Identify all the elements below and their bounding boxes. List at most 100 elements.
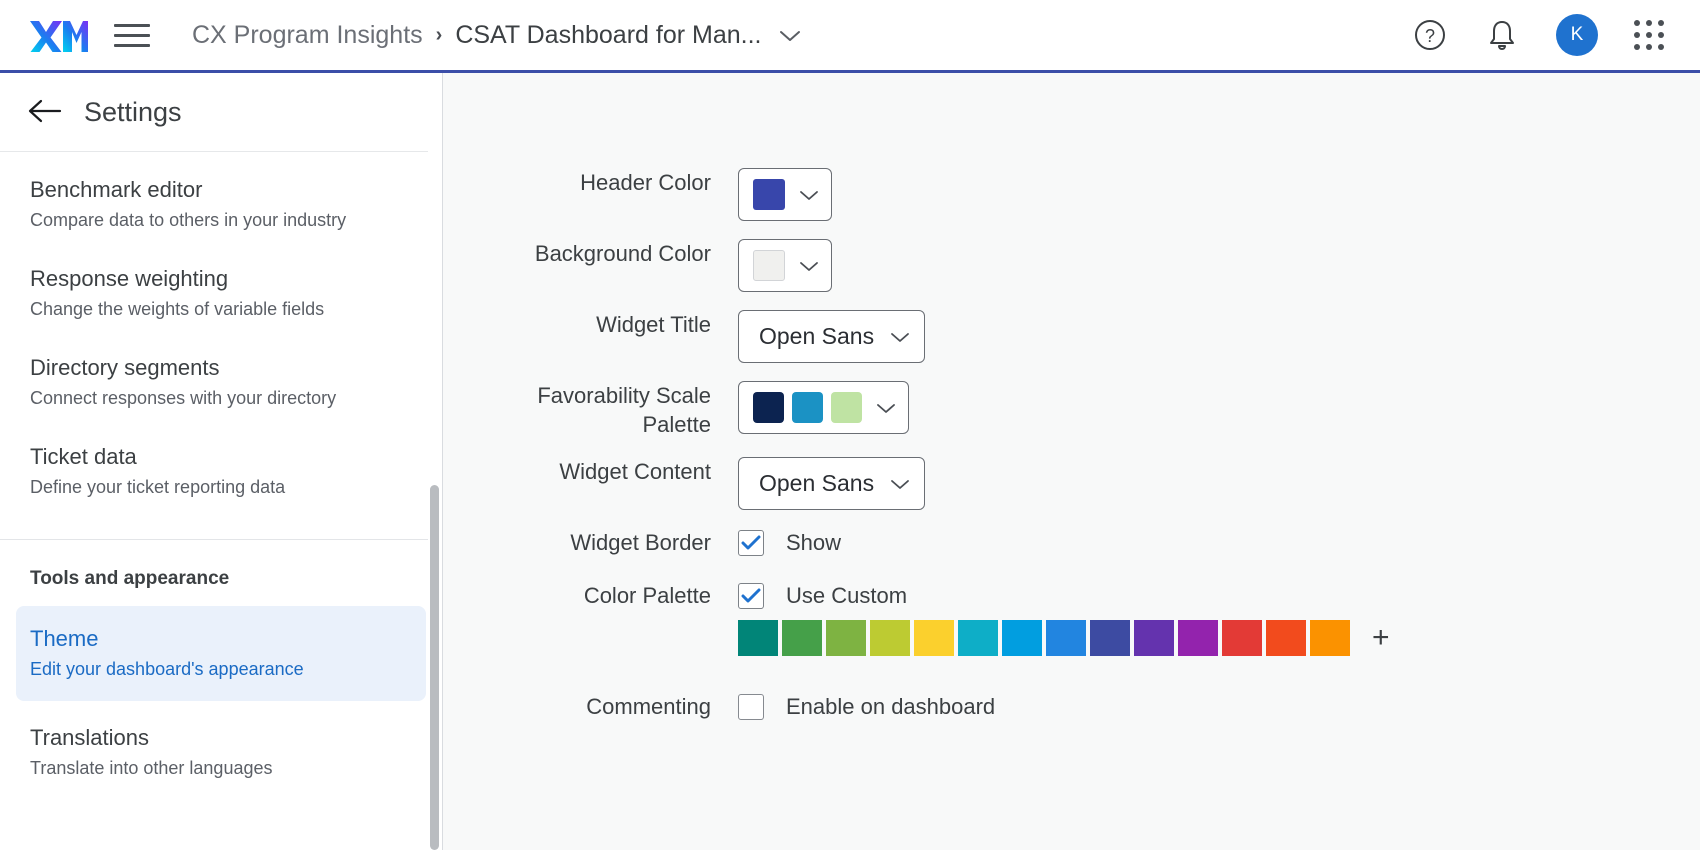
hamburger-line: [114, 33, 150, 37]
breadcrumb: CX Program Insights › CSAT Dashboard for…: [192, 21, 801, 50]
hamburger-line: [114, 43, 150, 47]
favorability-scale-palette-control: [738, 381, 909, 434]
sidebar-item-title: Directory segments: [30, 354, 220, 380]
hamburger-menu-icon[interactable]: [114, 20, 150, 50]
widget-border-control: Show: [738, 529, 842, 556]
background-color-label: Background Color: [534, 241, 711, 266]
form-row-commenting: Commenting Enable on dashboard: [443, 692, 1700, 721]
widget-content-font-select[interactable]: Open Sans: [738, 457, 926, 511]
theme-settings-panel: Header Color Background Color Widget Tit…: [443, 73, 1700, 850]
form-row-header-color: Header Color: [443, 168, 1700, 221]
widget-border-checkbox-label: Show: [786, 529, 842, 555]
page-body: Settings Benchmark editor Compare data t…: [0, 73, 1700, 850]
breadcrumb-root-link[interactable]: CX Program Insights: [192, 21, 423, 50]
commenting-label: Commenting: [586, 694, 711, 720]
sidebar-item-response-weighting[interactable]: Response weighting Change the weights of…: [0, 250, 442, 339]
sidebar-item-title: Translations: [30, 724, 150, 750]
sidebar-item-subtitle: Compare data to others in your industry: [30, 209, 347, 230]
grid-dot: [1658, 44, 1664, 50]
grid-dot: [1646, 32, 1652, 38]
grid-dot: [1634, 32, 1640, 38]
palette-color-swatch[interactable]: [1310, 620, 1350, 657]
background-color-swatch: [753, 250, 785, 281]
sidebar-item-benchmark-editor[interactable]: Benchmark editor Compare data to others …: [0, 161, 442, 250]
palette-color-swatch[interactable]: [1090, 620, 1130, 657]
bell-icon[interactable]: [1484, 17, 1520, 53]
background-color-picker[interactable]: [738, 239, 832, 292]
sidebar-scrollbar-thumb[interactable]: [430, 485, 439, 850]
favorability-scale-palette-select[interactable]: [738, 381, 909, 434]
color-palette-use-custom-checkbox[interactable]: [738, 582, 764, 609]
widget-border-checkbox[interactable]: [738, 529, 764, 556]
palette-color-swatch[interactable]: [738, 620, 778, 657]
favorability-scale-palette-label: Favorability Scale Palette: [443, 381, 738, 439]
avatar-initial: K: [1570, 24, 1584, 45]
sidebar-item-ticket-data[interactable]: Ticket data Define your ticket reporting…: [0, 428, 442, 517]
palette-color-swatch[interactable]: [870, 620, 910, 657]
chevron-down-icon[interactable]: [779, 21, 801, 50]
palette-color-swatch[interactable]: [1002, 620, 1042, 657]
widget-title-control: Open Sans: [738, 310, 926, 363]
palette-color-swatch[interactable]: [1266, 620, 1306, 657]
chevron-down-icon: [876, 402, 896, 414]
chevron-down-icon: [890, 331, 910, 343]
settings-sidebar: Settings Benchmark editor Compare data t…: [0, 73, 443, 850]
palette-color-swatch[interactable]: [1046, 620, 1086, 657]
commenting-enable-checkbox[interactable]: [738, 693, 764, 720]
color-palette-label: Color Palette: [583, 583, 711, 609]
sidebar-item-translations[interactable]: Translations Translate into other langua…: [0, 709, 442, 798]
form-row-favorability-scale-palette: Favorability Scale Palette: [443, 381, 1700, 439]
header-color-picker[interactable]: [738, 168, 832, 221]
widget-title-font-select[interactable]: Open Sans: [738, 310, 926, 363]
grid-dot: [1634, 20, 1640, 26]
sidebar-item-theme[interactable]: Theme Edit your dashboard's appearance: [16, 605, 426, 701]
apps-grid-icon[interactable]: [1634, 20, 1664, 50]
header-color-control: [738, 168, 832, 221]
widget-border-label: Widget Border: [570, 530, 711, 556]
palette-color-swatch[interactable]: [826, 620, 866, 657]
back-arrow-icon[interactable]: [28, 98, 62, 126]
color-palette-use-custom-label: Use Custom: [786, 582, 908, 608]
sidebar-nav-list: Benchmark editor Compare data to others …: [0, 152, 442, 798]
background-color-control: [738, 239, 832, 292]
grid-dot: [1634, 44, 1640, 50]
palette-color-swatch[interactable]: [914, 620, 954, 657]
widget-content-label: Widget Content: [559, 459, 711, 485]
chevron-down-icon: [799, 189, 819, 201]
sidebar-item-subtitle: Translate into other languages: [30, 757, 273, 778]
page-title: Settings: [84, 96, 182, 127]
widget-title-font-value: Open Sans: [759, 323, 875, 349]
help-icon[interactable]: ?: [1412, 17, 1448, 53]
add-color-button[interactable]: +: [1372, 623, 1390, 653]
form-row-widget-border: Widget Border Show: [443, 528, 1700, 557]
sidebar-item-title: Benchmark editor: [30, 177, 203, 202]
sidebar-group-label-tools-and-appearance: Tools and appearance: [30, 567, 230, 589]
header-color-label: Header Color: [580, 170, 711, 195]
breadcrumb-current-item[interactable]: CSAT Dashboard for Man...: [455, 21, 761, 50]
favorability-label-line-1: Favorability Scale: [537, 383, 711, 408]
sidebar-item-subtitle: Edit your dashboard's appearance: [30, 658, 304, 679]
favorability-swatch: [753, 392, 784, 423]
widget-title-label: Widget Title: [596, 312, 711, 337]
sidebar-header: Settings: [0, 73, 442, 151]
commenting-control: Enable on dashboard: [738, 693, 996, 720]
commenting-checkbox-label: Enable on dashboard: [786, 693, 996, 719]
sidebar-item-title: Theme: [30, 625, 99, 651]
sidebar-scrollbar-track[interactable]: [428, 73, 442, 850]
palette-color-swatch[interactable]: [782, 620, 822, 657]
xm-logo[interactable]: [28, 17, 88, 53]
favorability-label-line-2: Palette: [642, 412, 712, 438]
palette-color-swatch[interactable]: [1178, 620, 1218, 657]
palette-color-swatch[interactable]: [1134, 620, 1174, 657]
sidebar-item-subtitle: Connect responses with your directory: [30, 387, 337, 408]
sidebar-item-directory-segments[interactable]: Directory segments Connect responses wit…: [0, 339, 442, 428]
sidebar-item-title: Ticket data: [30, 443, 137, 469]
grid-dot: [1646, 44, 1652, 50]
hamburger-line: [114, 23, 150, 27]
palette-color-swatch[interactable]: [1222, 620, 1262, 657]
form-row-color-palette: Color Palette Use Custom: [443, 581, 1700, 610]
widget-content-font-value: Open Sans: [759, 470, 875, 497]
chevron-down-icon: [890, 478, 910, 490]
user-avatar[interactable]: K: [1556, 14, 1598, 56]
palette-color-swatch[interactable]: [958, 620, 998, 657]
